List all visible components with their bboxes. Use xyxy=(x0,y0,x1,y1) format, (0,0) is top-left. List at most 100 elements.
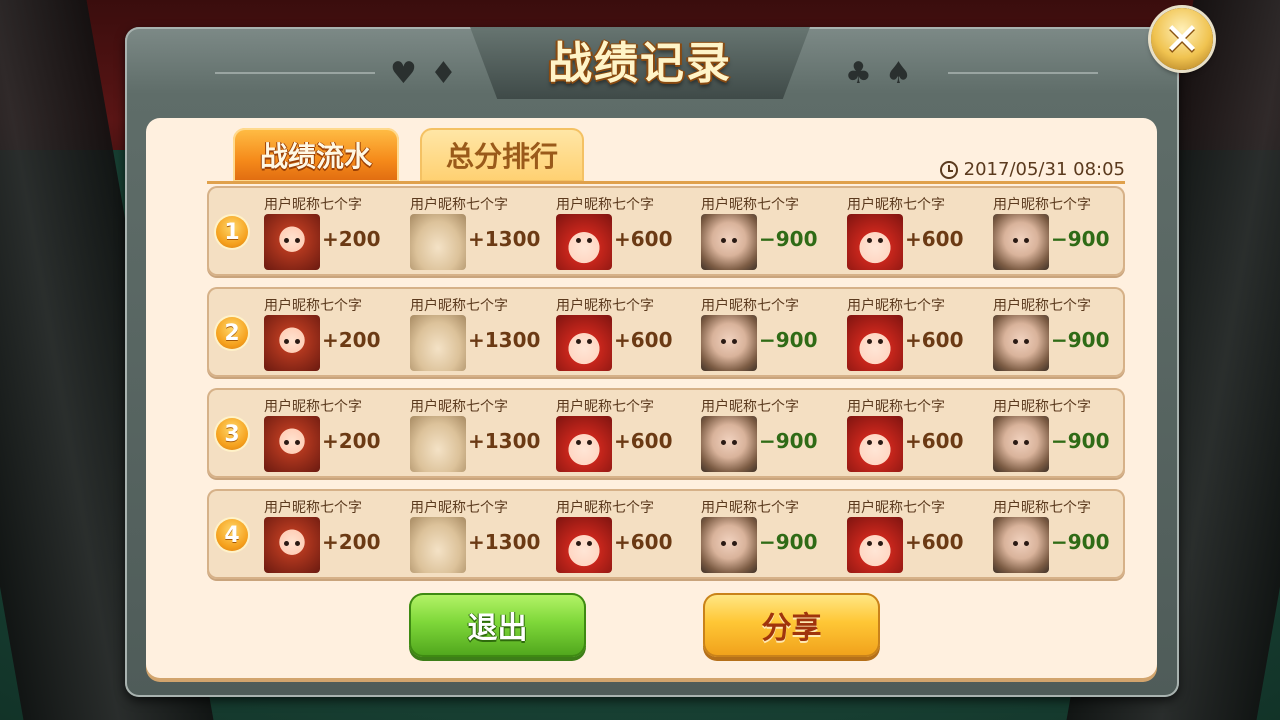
player-score: −900 xyxy=(1051,227,1110,251)
avatar-eye xyxy=(576,339,581,344)
player-score: +1300 xyxy=(468,227,541,251)
player-entry: 用户昵称七个字 +1300 xyxy=(410,186,550,276)
avatar-eye xyxy=(1013,339,1018,344)
avatar-eye xyxy=(587,541,592,546)
avatar-eye xyxy=(867,238,872,243)
avatar-eye xyxy=(721,541,726,546)
avatar-eye xyxy=(1024,238,1029,243)
player-entry: 用户昵称七个字 +200 xyxy=(264,186,404,276)
player-score: −900 xyxy=(759,227,818,251)
tab-label: 总分排行 xyxy=(445,140,558,173)
exit-button[interactable]: 退出 xyxy=(409,593,586,657)
player-nickname: 用户昵称七个字 xyxy=(847,399,945,415)
avatar-eye xyxy=(867,541,872,546)
avatar-eye xyxy=(587,339,592,344)
player-avatar xyxy=(264,315,320,371)
player-score: +200 xyxy=(322,227,381,251)
avatar-eye xyxy=(878,541,883,546)
player-nickname: 用户昵称七个字 xyxy=(264,500,362,516)
round-list: 1 用户昵称七个字 +200 用户昵称七个字 +1300 用户昵称七个字 +600 用户昵称七… xyxy=(207,186,1125,590)
player-score: −900 xyxy=(1051,328,1110,352)
player-score: +200 xyxy=(322,328,381,352)
player-nickname: 用户昵称七个字 xyxy=(847,197,945,213)
player-score: +600 xyxy=(905,328,964,352)
tab-underline xyxy=(207,181,1125,184)
player-avatar xyxy=(847,517,903,573)
player-avatar xyxy=(993,214,1049,270)
club-suit-icon: ♣ xyxy=(845,56,872,91)
player-score: +600 xyxy=(614,227,673,251)
avatar-eye xyxy=(576,440,581,445)
player-avatar xyxy=(410,214,466,270)
round-row: 3 用户昵称七个字 +200 用户昵称七个字 +1300 用户昵称七个字 +600 用户昵称七… xyxy=(207,388,1125,478)
avatar-eye xyxy=(732,238,737,243)
tab-label: 战绩流水 xyxy=(259,140,372,173)
player-score: +1300 xyxy=(468,530,541,554)
avatar-eye xyxy=(867,440,872,445)
avatar-eye xyxy=(721,238,726,243)
player-score: +1300 xyxy=(468,429,541,453)
player-avatar xyxy=(993,517,1049,573)
share-button[interactable]: 分享 xyxy=(703,593,880,657)
player-entry: 用户昵称七个字 −900 xyxy=(701,489,841,579)
player-nickname: 用户昵称七个字 xyxy=(410,500,508,516)
player-nickname: 用户昵称七个字 xyxy=(556,197,654,213)
player-avatar xyxy=(847,315,903,371)
diamond-suit-icon: ♦ xyxy=(430,56,457,91)
avatar-eye xyxy=(878,238,883,243)
player-avatar xyxy=(264,416,320,472)
avatar-eye xyxy=(576,541,581,546)
avatar-eye xyxy=(1024,541,1029,546)
player-score: +600 xyxy=(614,429,673,453)
player-nickname: 用户昵称七个字 xyxy=(993,399,1091,415)
player-avatar xyxy=(993,315,1049,371)
player-avatar xyxy=(847,416,903,472)
player-nickname: 用户昵称七个字 xyxy=(847,500,945,516)
player-avatar xyxy=(556,416,612,472)
player-avatar xyxy=(264,517,320,573)
player-entry: 用户昵称七个字 −900 xyxy=(701,388,841,478)
player-avatar xyxy=(701,214,757,270)
title-divider-right xyxy=(948,72,1098,74)
player-score: −900 xyxy=(759,328,818,352)
tab-score-history[interactable]: 战绩流水 xyxy=(233,128,399,182)
player-entry: 用户昵称七个字 +600 xyxy=(847,186,987,276)
share-button-label: 分享 xyxy=(761,611,822,646)
player-nickname: 用户昵称七个字 xyxy=(264,298,362,314)
clock-icon xyxy=(939,160,958,179)
player-score: +600 xyxy=(614,530,673,554)
player-avatar xyxy=(410,416,466,472)
player-avatar xyxy=(410,315,466,371)
avatar-eye xyxy=(878,440,883,445)
player-avatar xyxy=(701,517,757,573)
avatar-eye xyxy=(295,541,300,546)
player-entry: 用户昵称七个字 −900 xyxy=(993,489,1133,579)
player-avatar xyxy=(701,315,757,371)
avatar-eye xyxy=(284,541,289,546)
round-row: 1 用户昵称七个字 +200 用户昵称七个字 +1300 用户昵称七个字 +600 用户昵称七… xyxy=(207,186,1125,276)
spade-suit-icon: ♠ xyxy=(885,56,912,91)
avatar-eye xyxy=(732,339,737,344)
player-entry: 用户昵称七个字 +1300 xyxy=(410,287,550,377)
avatar-eye xyxy=(1013,238,1018,243)
player-nickname: 用户昵称七个字 xyxy=(993,500,1091,516)
player-score: −900 xyxy=(1051,429,1110,453)
avatar-eye xyxy=(721,339,726,344)
player-entry: 用户昵称七个字 −900 xyxy=(701,287,841,377)
player-entry: 用户昵称七个字 +600 xyxy=(556,186,696,276)
avatar-eye xyxy=(284,238,289,243)
close-button[interactable]: ✕ xyxy=(1151,8,1213,70)
player-score: +600 xyxy=(905,227,964,251)
player-avatar xyxy=(993,416,1049,472)
avatar-eye xyxy=(1024,339,1029,344)
round-row: 2 用户昵称七个字 +200 用户昵称七个字 +1300 用户昵称七个字 +600 用户昵称七… xyxy=(207,287,1125,377)
player-nickname: 用户昵称七个字 xyxy=(847,298,945,314)
player-score: −900 xyxy=(759,429,818,453)
player-entry: 用户昵称七个字 +1300 xyxy=(410,388,550,478)
tab-total-ranking[interactable]: 总分排行 xyxy=(420,128,584,182)
exit-button-label: 退出 xyxy=(467,611,528,646)
avatar-eye xyxy=(576,238,581,243)
player-score: +600 xyxy=(614,328,673,352)
player-entry: 用户昵称七个字 +1300 xyxy=(410,489,550,579)
player-entry: 用户昵称七个字 −900 xyxy=(993,287,1133,377)
